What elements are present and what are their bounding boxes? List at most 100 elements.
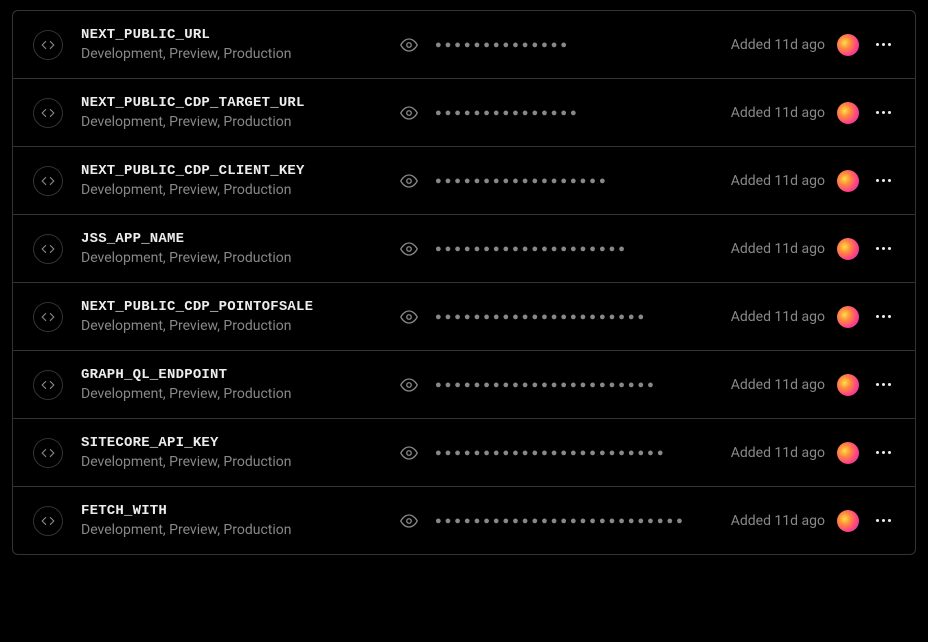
added-timestamp: Added 11d ago [731,445,825,461]
var-environments: Development, Preview, Production [81,522,381,538]
var-value: ●●●●●●●●●●●●●●●●●●●●●●● [399,375,713,395]
avatar [837,442,859,464]
avatar [837,34,859,56]
masked-value: ●●●●●●●●●●●●●●● [435,106,580,119]
more-button[interactable] [871,509,895,533]
more-icon [876,247,891,250]
masked-value: ●●●●●●●●●●●●●●●●●●●●●● [435,310,647,323]
more-icon [876,383,891,386]
var-info: SITECORE_API_KEY Development, Preview, P… [81,435,381,470]
var-info: NEXT_PUBLIC_CDP_CLIENT_KEY Development, … [81,163,381,198]
added-timestamp: Added 11d ago [731,173,825,189]
var-environments: Development, Preview, Production [81,386,381,402]
avatar [837,170,859,192]
reveal-button[interactable] [399,443,419,463]
reveal-button[interactable] [399,171,419,191]
var-value: ●●●●●●●●●●●●●●●●●●●●●●●●●● [399,511,713,531]
code-icon [33,166,63,196]
env-var-row: NEXT_PUBLIC_URL Development, Preview, Pr… [13,11,915,79]
var-info: NEXT_PUBLIC_CDP_POINTOFSALE Development,… [81,299,381,334]
var-name: NEXT_PUBLIC_CDP_TARGET_URL [81,95,381,111]
env-var-row: NEXT_PUBLIC_CDP_TARGET_URL Development, … [13,79,915,147]
more-button[interactable] [871,169,895,193]
var-info: NEXT_PUBLIC_CDP_TARGET_URL Development, … [81,95,381,130]
var-meta: Added 11d ago [731,373,895,397]
avatar [837,510,859,532]
var-info: JSS_APP_NAME Development, Preview, Produ… [81,231,381,266]
var-meta: Added 11d ago [731,509,895,533]
var-name: NEXT_PUBLIC_CDP_POINTOFSALE [81,299,381,315]
var-info: NEXT_PUBLIC_URL Development, Preview, Pr… [81,27,381,62]
reveal-button[interactable] [399,307,419,327]
env-var-list: NEXT_PUBLIC_URL Development, Preview, Pr… [12,10,916,555]
var-value: ●●●●●●●●●●●●●●●●●●●●●●●● [399,443,713,463]
env-var-row: NEXT_PUBLIC_CDP_POINTOFSALE Development,… [13,283,915,351]
code-icon [33,234,63,264]
reveal-button[interactable] [399,375,419,395]
more-button[interactable] [871,237,895,261]
avatar [837,374,859,396]
env-var-row: GRAPH_QL_ENDPOINT Development, Preview, … [13,351,915,419]
var-environments: Development, Preview, Production [81,454,381,470]
masked-value: ●●●●●●●●●●●●●● [435,38,570,51]
var-name: NEXT_PUBLIC_CDP_CLIENT_KEY [81,163,381,179]
avatar [837,238,859,260]
more-button[interactable] [871,33,895,57]
var-environments: Development, Preview, Production [81,46,381,62]
var-value: ●●●●●●●●●●●●●●●●●● [399,171,713,191]
masked-value: ●●●●●●●●●●●●●●●●●● [435,174,609,187]
code-icon [33,370,63,400]
var-meta: Added 11d ago [731,101,895,125]
added-timestamp: Added 11d ago [731,105,825,121]
added-timestamp: Added 11d ago [731,37,825,53]
added-timestamp: Added 11d ago [731,241,825,257]
var-environments: Development, Preview, Production [81,114,381,130]
var-meta: Added 11d ago [731,169,895,193]
reveal-button[interactable] [399,511,419,531]
masked-value: ●●●●●●●●●●●●●●●●●●●●●●●●●● [435,514,686,527]
more-icon [876,43,891,46]
avatar [837,306,859,328]
var-environments: Development, Preview, Production [81,182,381,198]
more-button[interactable] [871,373,895,397]
var-value: ●●●●●●●●●●●●●●●●●●●● [399,239,713,259]
more-button[interactable] [871,441,895,465]
reveal-button[interactable] [399,103,419,123]
env-var-row: NEXT_PUBLIC_CDP_CLIENT_KEY Development, … [13,147,915,215]
more-icon [876,179,891,182]
var-info: GRAPH_QL_ENDPOINT Development, Preview, … [81,367,381,402]
code-icon [33,98,63,128]
var-name: FETCH_WITH [81,503,381,519]
avatar [837,102,859,124]
var-meta: Added 11d ago [731,33,895,57]
code-icon [33,30,63,60]
env-var-row: SITECORE_API_KEY Development, Preview, P… [13,419,915,487]
var-name: NEXT_PUBLIC_URL [81,27,381,43]
added-timestamp: Added 11d ago [731,377,825,393]
var-name: SITECORE_API_KEY [81,435,381,451]
var-value: ●●●●●●●●●●●●●● [399,35,713,55]
reveal-button[interactable] [399,239,419,259]
env-var-row: FETCH_WITH Development, Preview, Product… [13,487,915,554]
var-meta: Added 11d ago [731,441,895,465]
masked-value: ●●●●●●●●●●●●●●●●●●●● [435,242,628,255]
more-icon [876,315,891,318]
more-icon [876,451,891,454]
added-timestamp: Added 11d ago [731,513,825,529]
var-value: ●●●●●●●●●●●●●●● [399,103,713,123]
reveal-button[interactable] [399,35,419,55]
masked-value: ●●●●●●●●●●●●●●●●●●●●●●● [435,378,657,391]
var-meta: Added 11d ago [731,305,895,329]
env-var-row: JSS_APP_NAME Development, Preview, Produ… [13,215,915,283]
var-meta: Added 11d ago [731,237,895,261]
more-button[interactable] [871,305,895,329]
more-icon [876,111,891,114]
var-environments: Development, Preview, Production [81,250,381,266]
var-environments: Development, Preview, Production [81,318,381,334]
var-name: JSS_APP_NAME [81,231,381,247]
var-info: FETCH_WITH Development, Preview, Product… [81,503,381,538]
more-button[interactable] [871,101,895,125]
code-icon [33,438,63,468]
var-value: ●●●●●●●●●●●●●●●●●●●●●● [399,307,713,327]
masked-value: ●●●●●●●●●●●●●●●●●●●●●●●● [435,446,666,459]
